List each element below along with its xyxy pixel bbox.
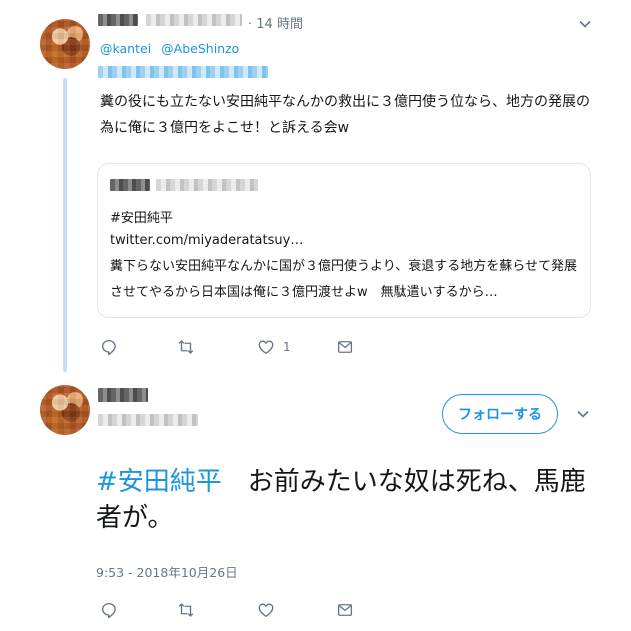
dm-button[interactable] bbox=[336, 601, 354, 619]
mention-link[interactable]: @AbeShinzo bbox=[161, 41, 239, 56]
reply-icon bbox=[101, 339, 116, 356]
tweet-time[interactable]: · 14 時間 bbox=[248, 13, 303, 32]
retweet-button[interactable] bbox=[177, 338, 195, 356]
envelope-icon bbox=[337, 604, 353, 616]
username[interactable] bbox=[146, 14, 242, 26]
follow-button[interactable]: フォローする bbox=[442, 394, 558, 434]
display-name[interactable] bbox=[98, 14, 138, 26]
envelope-icon bbox=[337, 341, 353, 353]
chevron-down-icon[interactable] bbox=[578, 17, 592, 31]
reply-button[interactable] bbox=[100, 601, 118, 619]
retweet-icon bbox=[178, 603, 194, 617]
chevron-down-icon[interactable] bbox=[576, 407, 590, 421]
tweet-text: 糞の役にも立たない安田純平なんかの救出に３億円使う位なら、地方の発展の為に俺に３… bbox=[100, 94, 590, 136]
tweet-text: #安田純平 お前みたいな奴は死ね、馬鹿者が。 bbox=[96, 464, 596, 536]
avatar[interactable] bbox=[40, 19, 90, 69]
mention-link[interactable]: @kantei bbox=[100, 41, 151, 56]
like-button[interactable] bbox=[257, 601, 275, 619]
display-name[interactable] bbox=[98, 388, 148, 402]
quoted-username bbox=[156, 179, 258, 191]
quoted-tweet-text: 糞下らない安田純平なんかに国が３億円使うより、衰退する地方を蘇らせて発展させてや… bbox=[110, 259, 577, 300]
thread-line bbox=[63, 78, 67, 372]
hashtag-link[interactable]: #安田純平 bbox=[96, 467, 222, 497]
like-button[interactable]: 1 bbox=[257, 338, 291, 356]
like-count: 1 bbox=[283, 340, 291, 354]
quoted-display-name bbox=[110, 179, 150, 191]
tweet-timestamp[interactable]: 9:53 - 2018年10月26日 bbox=[96, 562, 238, 581]
quoted-link[interactable]: twitter.com/miyaderatatsuy… bbox=[110, 233, 303, 248]
heart-icon bbox=[258, 340, 274, 355]
reply-context-link[interactable] bbox=[98, 66, 268, 78]
retweet-button[interactable] bbox=[177, 601, 195, 619]
heart-icon bbox=[258, 603, 274, 618]
reply-mentions: @kantei @AbeShinzo bbox=[100, 41, 239, 56]
avatar[interactable] bbox=[40, 385, 90, 435]
username[interactable] bbox=[98, 414, 198, 426]
reply-icon bbox=[101, 602, 116, 619]
dm-button[interactable] bbox=[336, 338, 354, 356]
reply-button[interactable] bbox=[100, 338, 118, 356]
quoted-hashtag[interactable]: #安田純平 bbox=[110, 207, 173, 226]
retweet-icon bbox=[178, 340, 194, 354]
